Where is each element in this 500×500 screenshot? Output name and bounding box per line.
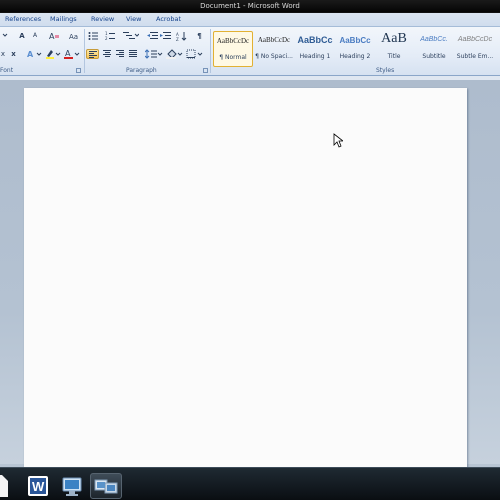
clear-formatting-icon: A <box>49 32 59 41</box>
style-heading-2[interactable]: AaBbCc Heading 2 <box>335 31 375 67</box>
numbering-icon: 12 <box>105 31 115 41</box>
taskbar-computer-button[interactable] <box>90 473 122 499</box>
mouse-pointer-icon <box>333 133 343 148</box>
align-right-button[interactable] <box>114 49 127 59</box>
align-left-icon <box>89 51 97 59</box>
style-name: Heading 2 <box>339 53 371 60</box>
computer-icon <box>94 479 118 494</box>
sort-button[interactable]: AZ <box>176 31 187 42</box>
style-name: Heading 1 <box>299 53 331 60</box>
font-dialog-launcher[interactable] <box>76 68 81 73</box>
style-preview: AaBbCcDc <box>457 36 493 43</box>
borders-button[interactable] <box>186 49 204 59</box>
tab-mailings[interactable]: Mailings <box>50 15 77 23</box>
increase-indent-icon <box>160 32 171 39</box>
style-subtle-emphasis[interactable]: AaBbCcDc Subtle Em... <box>455 31 495 67</box>
style-name: ¶ Normal <box>219 54 247 61</box>
style-preview: AaBbCcDc <box>216 37 250 45</box>
title-bar: Document1 - Microsoft Word <box>0 0 500 13</box>
paragraph-dialog-launcher[interactable] <box>203 68 208 73</box>
paint-bucket-icon <box>166 49 183 59</box>
justify-icon <box>129 50 137 58</box>
chevron-down-icon <box>2 33 8 37</box>
align-right-icon <box>116 50 124 58</box>
line-spacing-button[interactable] <box>144 49 163 59</box>
document-icon <box>0 475 8 497</box>
bullets-button[interactable] <box>88 31 102 41</box>
tab-references[interactable]: References <box>5 15 41 23</box>
font-size-dropdown[interactable] <box>0 31 10 41</box>
align-left-button[interactable] <box>86 49 99 59</box>
svg-text:A: A <box>27 50 34 59</box>
change-case-button[interactable]: Aa <box>69 31 81 41</box>
taskbar-document-button[interactable] <box>0 473 10 499</box>
svg-text:Z: Z <box>176 37 179 41</box>
change-case-icon: Aa <box>69 33 78 41</box>
network-icon <box>62 477 82 496</box>
ribbon: A A A Aa x x A A Font 12 A Z ¶ Paragraph… <box>0 26 500 76</box>
styles-group-label: Styles <box>376 67 395 74</box>
style-heading-1[interactable]: AaBbCc Heading 1 <box>295 31 335 67</box>
taskbar-network-button[interactable] <box>56 473 88 499</box>
style-subtitle[interactable]: AaBbCc. Subtitle <box>414 31 454 67</box>
style-normal[interactable]: AaBbCcDc ¶ Normal <box>213 31 253 67</box>
ribbon-tabs: References Mailings Review View Acrobat <box>0 13 500 26</box>
shrink-font-button[interactable]: A <box>29 31 41 41</box>
align-center-icon <box>103 50 111 58</box>
svg-text:2: 2 <box>105 36 108 41</box>
style-no-spacing[interactable]: AaBbCcDc ¶ No Spaci... <box>254 31 294 67</box>
highlight-button[interactable] <box>45 49 61 59</box>
superscript-button[interactable]: x <box>9 49 18 59</box>
style-preview: AaBbCc. <box>420 36 448 43</box>
window-title: Document1 - Microsoft Word <box>200 2 300 10</box>
style-name: Subtle Em... <box>456 53 494 60</box>
svg-text:W: W <box>32 479 45 494</box>
tab-view[interactable]: View <box>126 15 141 23</box>
decrease-indent-button[interactable] <box>147 31 158 41</box>
style-title[interactable]: AaB Title <box>374 31 414 67</box>
borders-icon <box>186 49 203 59</box>
font-color-icon: A <box>64 49 80 59</box>
show-formatting-marks-button[interactable]: ¶ <box>195 31 204 41</box>
taskbar: W <box>0 467 500 500</box>
group-divider <box>210 29 211 73</box>
increase-indent-button[interactable] <box>160 31 171 41</box>
align-center-button[interactable] <box>101 49 114 59</box>
style-name: Subtitle <box>422 53 446 60</box>
tab-acrobat[interactable]: Acrobat <box>156 15 181 23</box>
style-preview: AaBbCc <box>297 35 333 45</box>
numbering-button[interactable]: 12 <box>105 31 119 41</box>
style-preview: AaBbCc <box>339 36 371 45</box>
highlighter-icon <box>46 50 61 59</box>
bullets-icon <box>88 32 98 40</box>
multilevel-list-icon <box>123 32 140 39</box>
justify-button[interactable] <box>127 49 140 59</box>
paragraph-group-label: Paragraph <box>126 67 157 74</box>
word-icon: W <box>28 476 48 496</box>
svg-text:A: A <box>49 32 55 40</box>
tab-review[interactable]: Review <box>91 15 114 23</box>
text-effects-icon: A <box>27 50 42 59</box>
subscript-button[interactable]: x <box>0 49 6 59</box>
style-name: ¶ No Spaci... <box>255 53 293 60</box>
clear-formatting-button[interactable]: A <box>48 31 60 41</box>
taskbar-word-button[interactable]: W <box>22 473 54 499</box>
svg-text:A: A <box>65 49 71 58</box>
style-name: Title <box>387 53 401 60</box>
font-group-label: Font <box>0 67 14 74</box>
document-page[interactable] <box>24 88 467 478</box>
document-area <box>0 80 500 478</box>
shading-button[interactable] <box>166 49 184 59</box>
multilevel-list-button[interactable] <box>123 31 140 41</box>
style-preview: AaBbCcDc <box>257 36 291 44</box>
line-spacing-icon <box>144 49 163 59</box>
decrease-indent-icon <box>147 32 158 39</box>
text-effects-button[interactable]: A <box>27 49 43 59</box>
grow-font-button[interactable]: A <box>16 31 28 41</box>
style-preview: AaB <box>381 31 407 46</box>
svg-text:Aa: Aa <box>69 33 78 41</box>
sort-icon: AZ <box>176 32 187 42</box>
group-divider <box>84 29 85 73</box>
font-color-button[interactable]: A <box>64 49 80 59</box>
